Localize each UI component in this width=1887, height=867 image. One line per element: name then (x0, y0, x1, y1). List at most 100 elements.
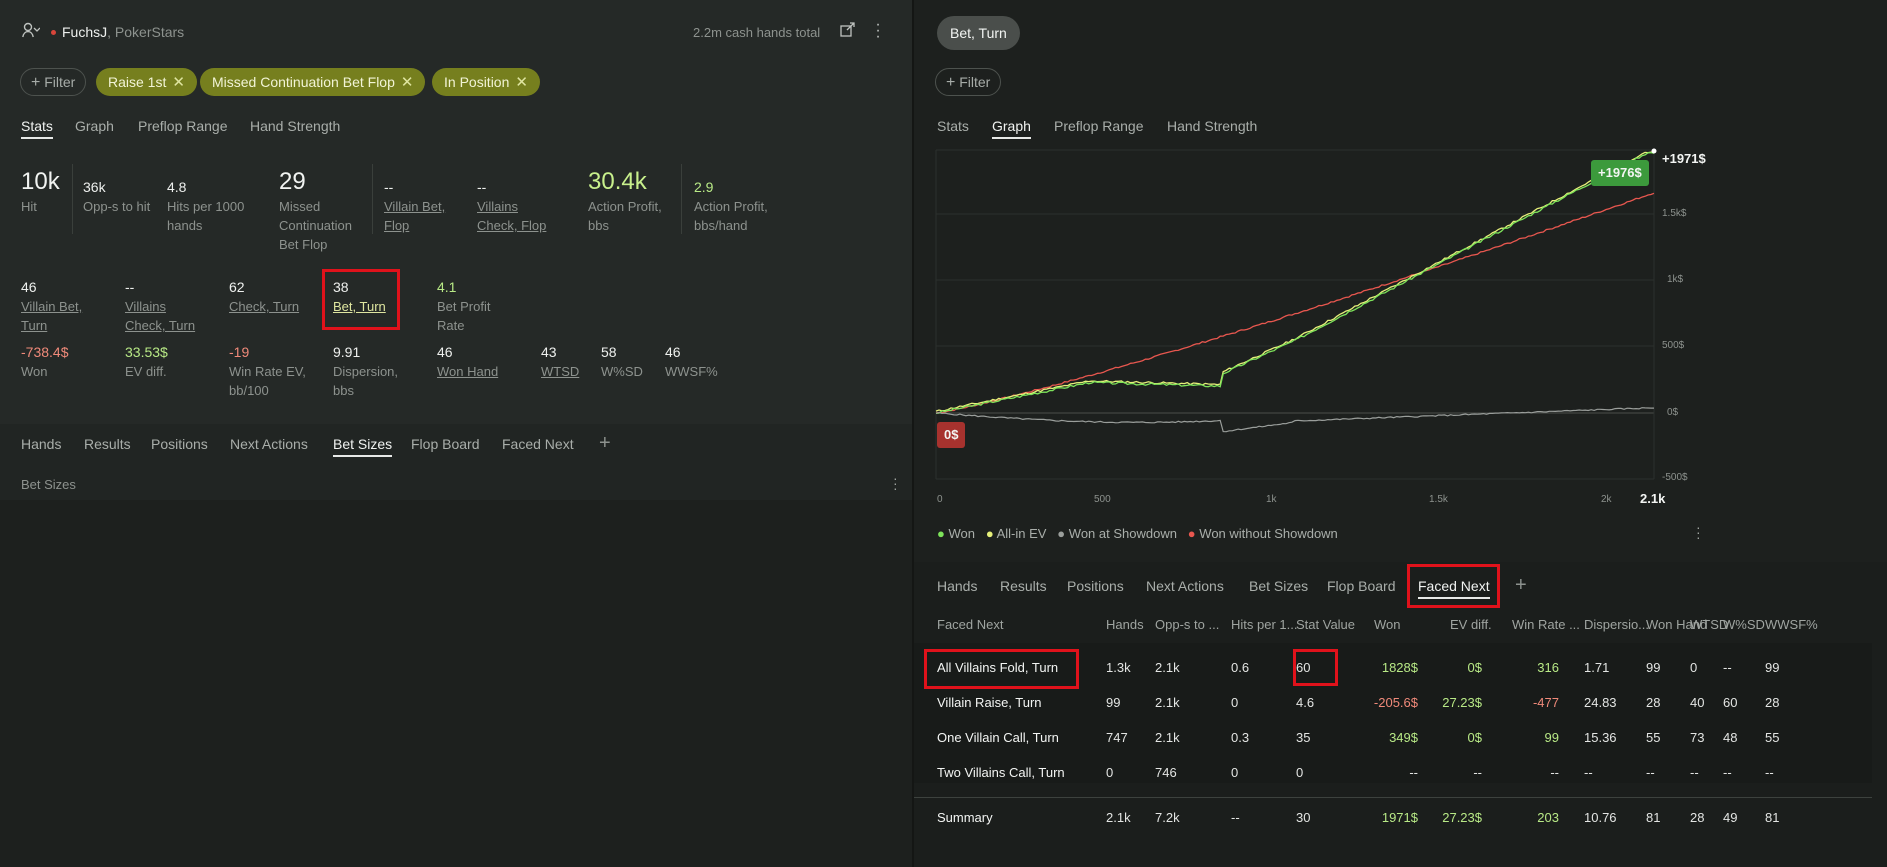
stat-ev-diff-value: 33.53$ (125, 344, 168, 360)
stat-win-rate-ev-label: Win Rate EV, bb/100 (229, 364, 306, 398)
column-header[interactable]: Hits per 1... (1231, 617, 1297, 632)
stat-hit-value: 10k (21, 168, 60, 195)
tab-stats[interactable]: Stats (21, 118, 53, 139)
highlight-box (1407, 564, 1500, 608)
divider (72, 164, 73, 234)
table-cell: -- (1584, 765, 1593, 780)
summary-cell: 27.23$ (1442, 810, 1482, 825)
all-in-ev-line (935, 150, 1655, 412)
tab-stats[interactable]: Stats (937, 118, 969, 134)
table-cell: 27.23$ (1442, 695, 1482, 710)
filter-chip-raise-1st[interactable]: Raise 1st ✕ (96, 68, 197, 96)
column-header[interactable]: Won (1374, 617, 1401, 632)
column-header[interactable]: Opp-s to ... (1155, 617, 1219, 632)
table-cell: 40 (1690, 695, 1705, 710)
legend-item-won-at-showdown[interactable]: ● Won at Showdown (1057, 526, 1177, 541)
divider (681, 164, 682, 234)
table-cell: 15.36 (1584, 730, 1617, 745)
more-vertical-icon[interactable]: · · · (893, 471, 898, 495)
add-filter-button[interactable]: + Filter (935, 68, 1002, 96)
summary-cell: 30 (1296, 810, 1311, 825)
summary-label: Summary (937, 810, 993, 825)
more-vertical-icon[interactable]: · · · (875, 17, 881, 45)
column-header[interactable]: Faced Next (937, 617, 1003, 632)
row-name[interactable]: One Villain Call, Turn (937, 730, 1059, 745)
column-header[interactable]: Hands (1106, 617, 1144, 632)
table-cell: 1.3k (1106, 660, 1131, 675)
y-tick-label: 0$ (1667, 407, 1679, 418)
table-cell: 746 (1155, 765, 1177, 780)
table-cell: 1.71 (1584, 660, 1610, 675)
column-header[interactable]: W%SD (1723, 617, 1765, 632)
tab-positions[interactable]: Positions (1067, 578, 1124, 594)
legend-item-won-without-showdown[interactable]: ● Won without Showdown (1188, 526, 1338, 541)
tab-faced-next[interactable]: Faced Next (502, 436, 574, 452)
stat-action-profit-label: Action Profit, bbs (588, 199, 662, 233)
column-header[interactable]: Dispersio... (1584, 617, 1649, 632)
more-vertical-icon[interactable]: · · · (1696, 520, 1701, 544)
stat-villains-check-flop-link[interactable]: Villains Check, Flop (477, 197, 552, 235)
table-cell: 0.3 (1231, 730, 1250, 745)
player-icon[interactable] (22, 22, 41, 41)
column-header[interactable]: Stat Value (1296, 617, 1355, 632)
table-cell: 55 (1765, 730, 1780, 745)
table-cell: 55 (1646, 730, 1661, 745)
tab-hands[interactable]: Hands (21, 436, 61, 452)
table-cell: -- (1690, 765, 1699, 780)
tab-flop-board[interactable]: Flop Board (411, 436, 479, 452)
tab-preflop-range[interactable]: Preflop Range (138, 118, 228, 134)
add-tab-icon[interactable]: + (599, 432, 611, 455)
table-cell: 73 (1690, 730, 1705, 745)
tab-bet-sizes[interactable]: Bet Sizes (1249, 578, 1308, 594)
stat-dispersion-label: Dispersion, bbs (333, 364, 399, 398)
column-header[interactable]: EV diff. (1450, 617, 1492, 632)
legend-item-won[interactable]: ● Won (937, 526, 975, 541)
table-cell: 99 (1544, 730, 1559, 745)
stat-villains-check-turn-link[interactable]: Villains Check, Turn (125, 297, 200, 335)
table-cell: -- (1550, 765, 1559, 780)
player-name[interactable]: FuchsJ, PokerStars (62, 24, 184, 40)
chip-remove-icon[interactable]: ✕ (172, 74, 185, 91)
table-cell: 2.1k (1155, 695, 1180, 710)
stat-check-turn-link[interactable]: Check, Turn (229, 297, 299, 316)
tab-graph[interactable]: Graph (992, 118, 1031, 139)
tab-next-actions[interactable]: Next Actions (1146, 578, 1224, 594)
add-filter-button[interactable]: + Filter (20, 68, 87, 96)
stat-wtsd-link[interactable]: WTSD (541, 362, 579, 381)
profit-graph[interactable] (914, 140, 1887, 520)
stat-action-profit-per-hand-label: Action Profit, bbs/hand (694, 199, 768, 233)
chip-remove-icon[interactable]: ✕ (515, 74, 528, 91)
tab-positions[interactable]: Positions (151, 436, 208, 452)
filter-chip-missed-cbet-flop[interactable]: Missed Continuation Bet Flop ✕ (200, 68, 426, 96)
tab-results[interactable]: Results (1000, 578, 1047, 594)
online-status-dot (51, 30, 56, 35)
highlight-box (924, 649, 1079, 689)
start-value-badge: 0$ (937, 422, 966, 448)
column-header[interactable]: WWSF% (1765, 617, 1818, 632)
legend-item-all-in-ev[interactable]: ● All-in EV (986, 526, 1047, 541)
chip-remove-icon[interactable]: ✕ (401, 74, 414, 91)
open-external-icon[interactable] (840, 22, 856, 40)
tab-results[interactable]: Results (84, 436, 131, 452)
stat-hits-per-1000-value: 4.8 (167, 179, 187, 195)
tab-next-actions[interactable]: Next Actions (230, 436, 308, 452)
tab-hand-strength[interactable]: Hand Strength (250, 118, 340, 134)
filter-chip-in-position[interactable]: In Position ✕ (432, 68, 540, 96)
title-chip[interactable]: Bet, Turn (937, 16, 1020, 50)
row-name[interactable]: Villain Raise, Turn (937, 695, 1042, 710)
tab-bet-sizes[interactable]: Bet Sizes (333, 436, 393, 457)
row-name[interactable]: Two Villains Call, Turn (937, 765, 1065, 780)
tab-graph[interactable]: Graph (75, 118, 114, 134)
tab-hand-strength[interactable]: Hand Strength (1167, 118, 1257, 134)
stat-villain-bet-flop-link[interactable]: Villain Bet, Flop (384, 197, 454, 235)
add-tab-icon[interactable]: + (1515, 574, 1527, 597)
tab-preflop-range[interactable]: Preflop Range (1054, 118, 1144, 134)
stat-won-hand-link[interactable]: Won Hand (437, 362, 498, 381)
won-without-showdown-line (935, 192, 1655, 414)
column-header[interactable]: Win Rate ... (1512, 617, 1580, 632)
tab-flop-board[interactable]: Flop Board (1327, 578, 1395, 594)
table-cell: -205.6$ (1373, 695, 1418, 710)
tab-hands[interactable]: Hands (937, 578, 977, 594)
stat-villain-bet-turn-link[interactable]: Villain Bet, Turn (21, 297, 93, 335)
section-title: Bet Sizes (21, 477, 76, 492)
